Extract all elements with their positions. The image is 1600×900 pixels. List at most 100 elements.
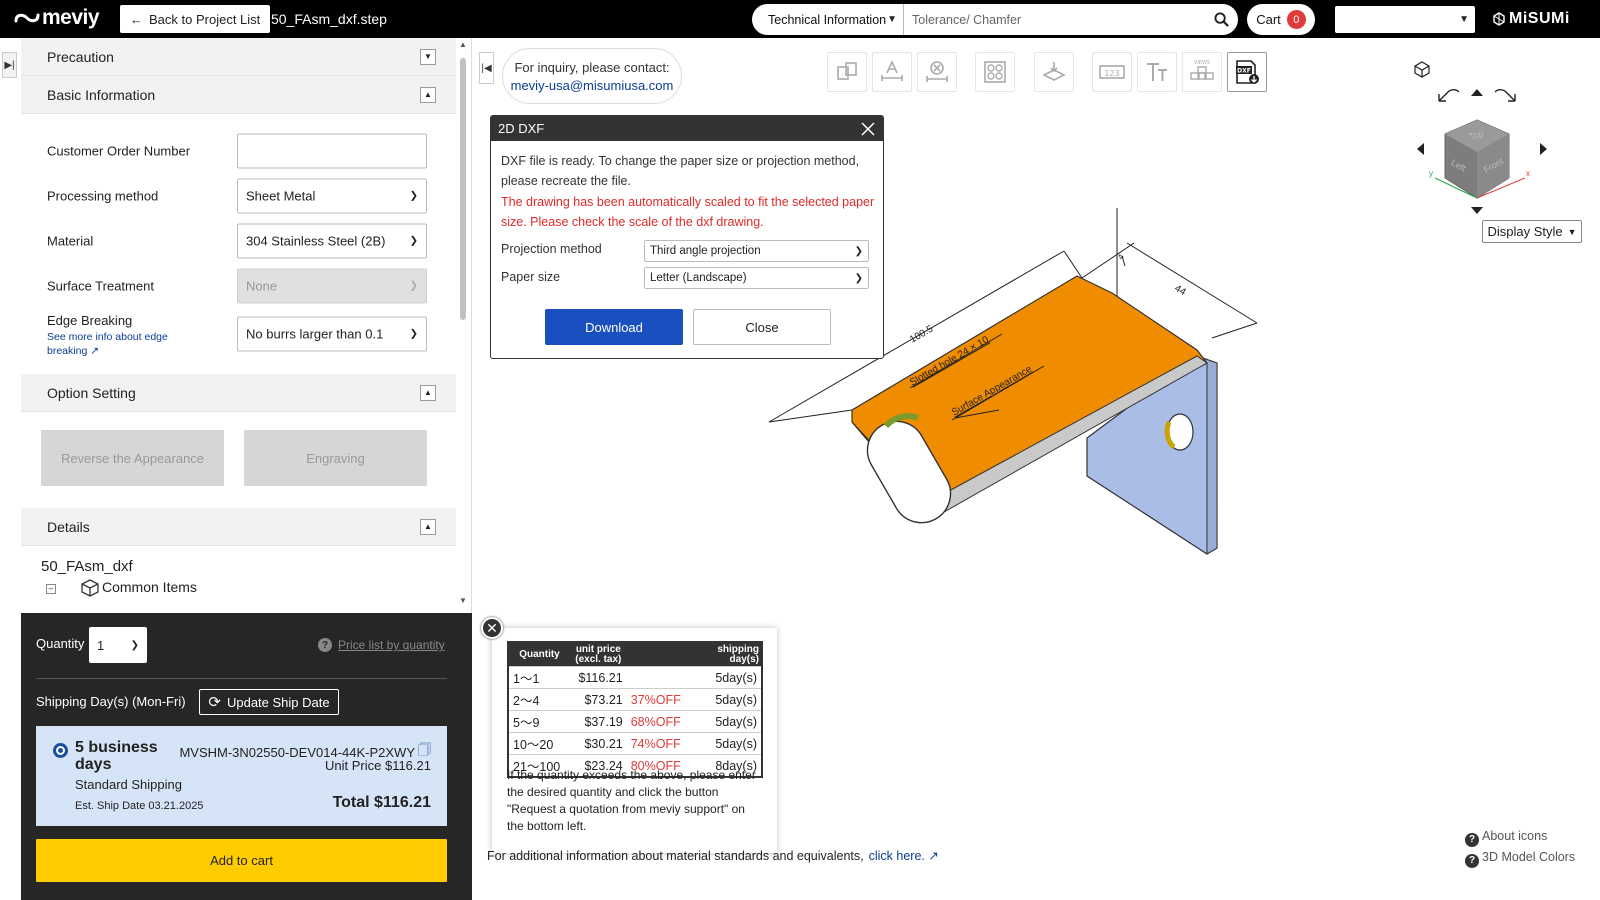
quantity-select[interactable]: 1 ❯ <box>89 627 147 663</box>
option-setting-section-header[interactable]: Option Setting ▲ <box>21 374 456 412</box>
paper-size-value: Letter (Landscape) <box>650 272 747 284</box>
left-scroll-area: Precaution ▼ Basic Information ▲ Custome… <box>21 38 456 613</box>
click-here-label: click here. <box>868 849 925 863</box>
tree-collapse-icon[interactable]: – <box>46 584 56 594</box>
customer-order-input[interactable] <box>237 133 427 168</box>
back-to-project-list-button[interactable]: ← Back to Project List <box>120 5 271 33</box>
divider <box>36 678 447 679</box>
collapse-toggle-icon[interactable]: ▲ <box>420 518 436 535</box>
scroll-up-icon[interactable]: ▲ <box>459 40 467 49</box>
header-unit-price: unit price (excl. tax) <box>569 642 627 667</box>
chevron-down-icon: ▼ <box>1459 14 1469 25</box>
customer-order-row: Customer Order Number <box>21 128 456 173</box>
search-category-select[interactable]: Technical Information ▼ <box>752 4 904 35</box>
cart-button[interactable]: Cart 0 <box>1247 4 1315 35</box>
table-row: 10～20 $30.21 74%OFF 5day(s) <box>508 732 762 755</box>
dxf-message: DXF file is ready. To change the paper s… <box>501 154 860 188</box>
edge-breaking-info-link[interactable]: See more info about edge breaking ↗ <box>47 330 197 358</box>
discount-cell: 74%OFF <box>626 732 694 755</box>
help-icon: ? <box>1465 853 1479 868</box>
edge-breaking-select[interactable]: No burrs larger than 0.1 ❯ <box>237 316 427 352</box>
file-name: 50_FAsm_dxf.step <box>271 11 387 27</box>
price-list-popup: ✕ Quantity unit price (excl. tax) shippi… <box>481 617 777 853</box>
dim-44: 44 <box>1173 283 1189 298</box>
price-list-link[interactable]: ? Price list by quantity <box>318 638 445 652</box>
left-scrollbar[interactable]: ▲ ▼ <box>458 40 468 608</box>
customer-order-label: Customer Order Number <box>47 143 191 158</box>
dxf-dialog-title: 2D DXF <box>498 121 545 136</box>
shipping-option-card[interactable]: 5 business days Standard Shipping Est. S… <box>36 726 447 826</box>
qty-cell: 2～4 <box>508 688 570 711</box>
misumi-logo[interactable]: MiSUMi <box>1493 10 1570 28</box>
collapse-left-panel-button[interactable]: ▶| <box>2 52 17 78</box>
discount-cell: 37%OFF <box>626 688 694 711</box>
rotate-cw-icon[interactable] <box>1494 89 1516 102</box>
order-panel: Quantity 1 ❯ ? Price list by quantity Sh… <box>21 613 472 900</box>
projection-method-select[interactable]: Third angle projection ❯ <box>644 240 869 262</box>
material-row: Material 304 Stainless Steel (2B) ❯ <box>21 218 456 263</box>
collapse-toggle-icon[interactable]: ▲ <box>420 86 436 103</box>
misumi-logo-icon <box>1493 12 1505 26</box>
qty-cell: 5～9 <box>508 710 570 733</box>
dxf-warning: The drawing has been automatically scale… <box>501 195 875 229</box>
close-button[interactable]: Close <box>693 309 831 345</box>
price-cell: $30.21 <box>569 732 627 755</box>
material-select[interactable]: 304 Stainless Steel (2B) ❯ <box>237 223 427 258</box>
price-note: If the quantity exceeds the above, pleas… <box>507 768 756 833</box>
ship-days: 5 business days <box>75 739 158 773</box>
processing-method-value: Sheet Metal <box>246 188 316 203</box>
x-axis-label: x <box>1526 169 1530 178</box>
surface-treatment-row: Surface Treatment None ❯ <box>21 263 456 308</box>
chevron-down-icon: ❯ <box>854 272 863 284</box>
collapse-toggle-icon[interactable]: ▲ <box>420 384 436 401</box>
display-style-select[interactable]: Display Style ▼ <box>1482 220 1582 243</box>
material-label: Material <box>47 233 94 248</box>
close-popup-icon[interactable]: ✕ <box>481 617 503 639</box>
basic-info-section-header[interactable]: Basic Information ▲ <box>21 76 456 114</box>
details-section-header[interactable]: Details ▲ <box>21 508 456 546</box>
help-links: ? About icons ? 3D Model Colors <box>1465 826 1575 868</box>
logo-text: meviy <box>42 6 100 29</box>
edge-breaking-label: Edge Breaking <box>47 313 133 328</box>
expand-toggle-icon[interactable]: ▼ <box>420 48 436 65</box>
meviy-logo[interactable]: meviy <box>14 6 100 30</box>
price-cell: $116.21 <box>569 666 627 689</box>
shipping-radio[interactable] <box>53 743 68 758</box>
edge-breaking-value: No burrs larger than 0.1 <box>246 326 384 342</box>
update-ship-date-button[interactable]: ⟳ Update Ship Date <box>199 689 339 715</box>
click-here-link[interactable]: click here. ↗ <box>869 848 939 863</box>
back-label: Back to Project List <box>149 11 261 27</box>
processing-method-select[interactable]: Sheet Metal ❯ <box>237 178 427 213</box>
model-viewer[interactable]: |◀ For inquiry, please contact: meviy-us… <box>472 38 1600 900</box>
rotate-left-icon[interactable] <box>1417 143 1424 155</box>
rotate-down-icon[interactable] <box>1471 207 1483 214</box>
paper-size-select[interactable]: Letter (Landscape) ❯ <box>644 267 869 289</box>
search-input[interactable] <box>904 12 1204 27</box>
basic-info-title: Basic Information <box>47 86 156 103</box>
search-button[interactable] <box>1204 4 1238 35</box>
top-bar: meviy ← Back to Project List 50_FAsm_dxf… <box>0 0 1600 38</box>
engraving-button: Engraving <box>244 430 427 486</box>
edge-link-text: See more info about edge breaking <box>47 331 168 357</box>
home-view-icon[interactable] <box>1414 61 1430 78</box>
tree-root[interactable]: 50_FAsm_dxf <box>21 546 456 575</box>
precaution-section-header[interactable]: Precaution ▼ <box>21 38 456 76</box>
days-cell: 5day(s) <box>693 710 762 733</box>
scroll-down-icon[interactable]: ▼ <box>459 596 467 605</box>
rotate-up-icon[interactable] <box>1471 89 1483 96</box>
tree-item-common-items[interactable]: – Common Items <box>21 575 456 597</box>
model-colors-link[interactable]: ? 3D Model Colors <box>1465 847 1575 868</box>
help-icon: ? <box>1465 832 1479 847</box>
rotate-right-icon[interactable] <box>1540 143 1547 155</box>
language-select[interactable]: ▼ <box>1335 6 1475 33</box>
download-button[interactable]: Download <box>545 309 683 345</box>
about-icons-link[interactable]: ? About icons <box>1465 826 1575 847</box>
search-category-value: Technical Information <box>768 12 887 27</box>
rotate-ccw-icon[interactable] <box>1438 89 1460 102</box>
close-icon[interactable] <box>861 121 875 136</box>
header-shipping-days: shipping day(s) <box>693 642 762 667</box>
external-link-icon: ↗ <box>90 345 100 357</box>
scrollbar-thumb[interactable] <box>460 58 466 320</box>
table-row: 5～9 $37.19 68%OFF 5day(s) <box>508 710 762 733</box>
add-to-cart-button[interactable]: Add to cart <box>36 839 447 882</box>
